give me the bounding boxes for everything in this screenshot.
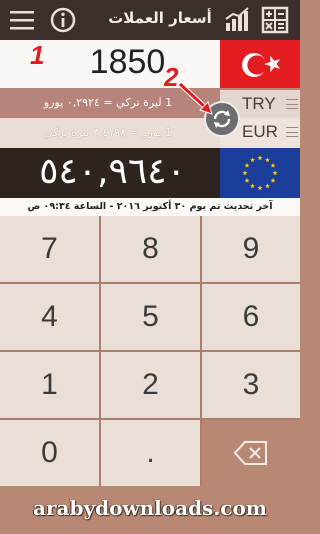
key-9[interactable]: 9 xyxy=(202,216,300,282)
watermark-text: arabydownloads.com xyxy=(33,496,267,520)
key-6[interactable]: 6 xyxy=(202,284,300,350)
drag-handle-icon[interactable] xyxy=(286,99,298,109)
backspace-button[interactable] xyxy=(202,420,300,486)
last-update-bar: آخر تحديث تم يوم ٣٠ أكتوبر ٢٠١٦ - الساعة… xyxy=(0,198,300,216)
key-0[interactable]: 0 xyxy=(0,420,99,486)
annotation-badge-1: 1 xyxy=(30,40,45,70)
calculator-icon[interactable] xyxy=(261,6,289,34)
to-currency-code: EUR xyxy=(242,122,278,141)
app-header: أسعار العملات xyxy=(0,0,300,40)
key-1[interactable]: 1 xyxy=(0,352,99,418)
info-icon[interactable] xyxy=(49,6,77,34)
from-currency-code: TRY xyxy=(242,94,276,113)
watermark-bar: arabydownloads.com xyxy=(0,486,300,534)
key-decimal[interactable]: . xyxy=(101,420,200,486)
eu-flag-icon[interactable] xyxy=(220,148,300,198)
annotation-arrow-icon xyxy=(178,82,213,115)
key-2[interactable]: 2 xyxy=(101,352,200,418)
last-update-text: آخر تحديث تم يوم ٣٠ أكتوبر ٢٠١٦ - الساعة… xyxy=(27,201,273,212)
backspace-icon xyxy=(233,441,267,465)
turkey-flag-icon[interactable] xyxy=(220,40,300,90)
key-4[interactable]: 4 xyxy=(0,284,99,350)
key-5[interactable]: 5 xyxy=(101,284,200,350)
key-8[interactable]: 8 xyxy=(101,216,200,282)
rate-to-from: 1 يورو = ٣,٤١٩٨ ليرة تركي xyxy=(43,126,173,139)
conversion-result: ٥٤٠,٩٦٤٠ xyxy=(39,151,186,192)
amount-input[interactable]: 1850 xyxy=(40,43,215,82)
page-title: أسعار العملات xyxy=(108,9,212,27)
key-3[interactable]: 3 xyxy=(202,352,300,418)
hamburger-menu-icon[interactable] xyxy=(8,6,36,34)
numeric-keypad: 7 8 9 4 5 6 1 2 3 0 . xyxy=(0,216,300,486)
drag-handle-icon[interactable] xyxy=(286,127,298,137)
bar-chart-icon[interactable] xyxy=(223,6,251,34)
annotation-badge-2: 2 xyxy=(164,62,179,92)
key-7[interactable]: 7 xyxy=(0,216,99,282)
